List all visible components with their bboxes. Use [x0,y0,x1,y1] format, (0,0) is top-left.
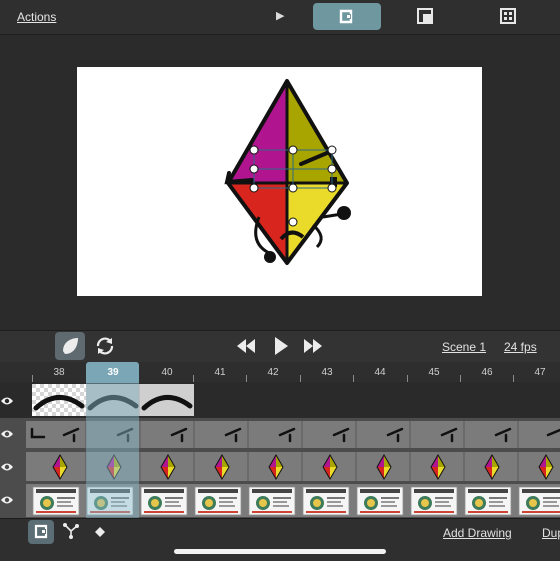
play-icon [275,337,288,355]
diamond-character-track[interactable] [0,450,560,483]
frame-number: 44 [374,367,386,378]
duplicate-button[interactable]: Dup [542,526,560,540]
ruler-tick [32,375,33,382]
grid-tool-button[interactable] [500,8,516,24]
keyframe-icon [95,527,105,537]
frame-number: 38 [53,367,65,378]
frame-number: 47 [534,367,546,378]
grid-icon [500,8,516,24]
eyebrow-track[interactable] [0,418,560,450]
background-track[interactable] [0,483,560,518]
ruler-tick [300,375,301,382]
current-frame-highlight [86,383,139,518]
preview-play-icon[interactable]: ▶ [276,9,284,22]
frame-number: 45 [428,367,440,378]
visibility-eye-icon[interactable] [0,428,14,440]
ruler-tick [246,375,247,382]
frame-number: 42 [267,367,279,378]
snap-icon [34,524,48,539]
fast-forward-button[interactable] [302,337,324,355]
frame-number: 41 [214,367,226,378]
fast-forward-icon [304,339,322,353]
visibility-eye-icon[interactable] [0,494,14,506]
loop-icon [96,337,114,355]
layers-icon [417,8,433,24]
actions-menu-button[interactable]: Actions [17,10,56,24]
frame-number: 40 [161,367,173,378]
transform-tool-button[interactable] [313,3,381,30]
play-button[interactable] [272,336,290,356]
drawing-canvas[interactable] [77,67,482,296]
diamond-character-drawing [224,79,351,265]
frame-number: 43 [321,367,333,378]
frame-number: 46 [481,367,493,378]
motion-path-button[interactable] [62,522,80,540]
ruler-tick [460,375,461,382]
keyframe-button[interactable] [94,525,106,537]
fps-selector[interactable]: 24 fps [504,340,537,354]
ruler-tick [353,375,354,382]
scene-selector[interactable]: Scene 1 [442,340,486,354]
loop-button[interactable] [93,334,117,358]
visibility-eye-icon[interactable] [0,395,14,407]
rewind-icon [237,339,255,353]
current-frame-number: 39 [107,367,119,378]
onion-skin-icon [63,338,78,354]
snap-button[interactable] [28,520,54,544]
add-drawing-button[interactable]: Add Drawing [443,526,512,540]
brush-stroke-track[interactable] [0,383,560,417]
transform-tool-icon [339,9,353,24]
home-indicator [174,549,386,554]
layers-tool-button[interactable] [417,8,433,24]
rewind-button[interactable] [235,337,257,355]
onion-skin-button[interactable] [55,332,85,360]
ruler-tick [513,375,514,382]
ruler-tick [193,375,194,382]
ruler-tick [407,375,408,382]
path-icon [63,523,79,539]
visibility-eye-icon[interactable] [0,461,14,473]
